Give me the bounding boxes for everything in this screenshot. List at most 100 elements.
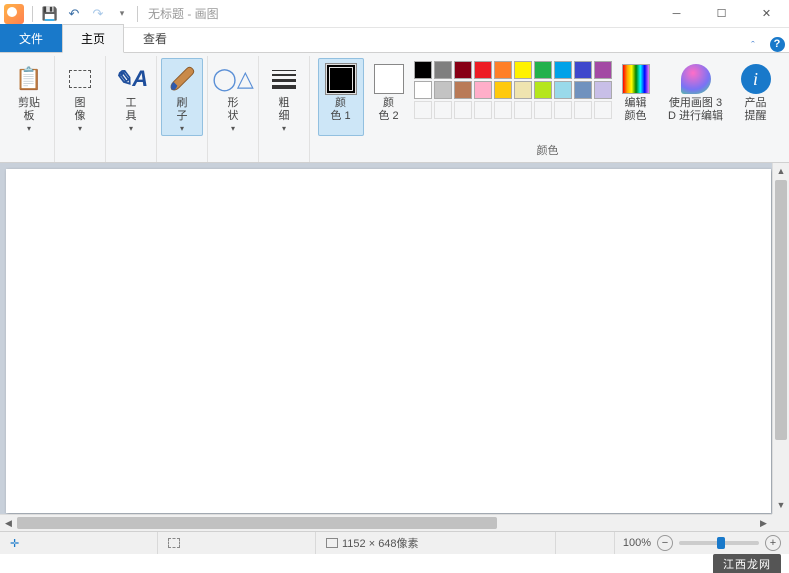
color1-button[interactable]: 颜 色 1 xyxy=(318,58,364,136)
zoom-out-button[interactable]: − xyxy=(657,535,673,551)
color-swatch[interactable] xyxy=(434,81,452,99)
color-swatch[interactable] xyxy=(414,101,432,119)
tools-button[interactable]: ✎A 工 具 ▾ xyxy=(110,58,152,136)
zoom-in-button[interactable]: + xyxy=(765,535,781,551)
scroll-thumb[interactable] xyxy=(775,180,787,440)
color-swatch[interactable] xyxy=(574,61,592,79)
color-swatch[interactable] xyxy=(494,81,512,99)
shapes-icon: ◯△ xyxy=(217,63,249,95)
qat-dropdown-icon[interactable]: ▾ xyxy=(111,3,133,25)
qat-divider-2 xyxy=(137,6,138,22)
edit-colors-button[interactable]: 编辑 颜色 xyxy=(614,58,658,136)
color-swatch[interactable] xyxy=(554,101,572,119)
color-swatch[interactable] xyxy=(514,101,532,119)
color-swatch[interactable] xyxy=(494,101,512,119)
app-icon xyxy=(4,4,24,24)
color-swatch[interactable] xyxy=(414,81,432,99)
color-swatch[interactable] xyxy=(574,101,592,119)
group-label-colors: 颜色 xyxy=(537,140,559,162)
group-colors: 颜 色 1 颜 色 2 编辑 颜色 使用画图 3 D 进行编辑 i 产品 xyxy=(310,56,785,162)
canvas[interactable] xyxy=(6,169,771,513)
color-swatch[interactable] xyxy=(454,81,472,99)
color-swatch[interactable] xyxy=(554,61,572,79)
tools-icon: ✎A xyxy=(115,63,147,95)
minimize-button[interactable]: ─ xyxy=(654,0,699,28)
color-swatch[interactable] xyxy=(474,101,492,119)
maximize-button[interactable]: ☐ xyxy=(699,0,744,28)
color-swatch[interactable] xyxy=(474,61,492,79)
rainbow-icon xyxy=(620,63,652,95)
qat-divider xyxy=(32,6,33,22)
zoom-level-text: 100% xyxy=(623,537,651,549)
color-swatch[interactable] xyxy=(534,101,552,119)
scroll-up-icon[interactable]: ▲ xyxy=(773,163,789,180)
status-zoom: 100% − + xyxy=(615,535,789,551)
work-area: ▲ ▼ ◀ ▶ xyxy=(0,163,789,531)
select-icon xyxy=(64,63,96,95)
brushes-button[interactable]: 刷 子 ▾ xyxy=(161,58,203,136)
color-swatch[interactable] xyxy=(594,61,612,79)
close-button[interactable]: ✕ xyxy=(744,0,789,28)
paint3d-button[interactable]: 使用画图 3 D 进行编辑 xyxy=(660,58,732,136)
color-swatch[interactable] xyxy=(514,61,532,79)
color2-button[interactable]: 颜 色 2 xyxy=(366,58,412,136)
palette-row xyxy=(414,61,612,79)
tab-file[interactable]: 文件 xyxy=(0,24,62,52)
status-selection-size xyxy=(158,532,316,554)
color-swatch[interactable] xyxy=(474,81,492,99)
color-swatch[interactable] xyxy=(594,101,612,119)
redo-icon[interactable]: ↷ xyxy=(87,3,109,25)
color-swatch[interactable] xyxy=(434,61,452,79)
status-file-size xyxy=(556,532,615,554)
group-tools: ✎A 工 具 ▾ xyxy=(106,56,157,162)
size-button[interactable]: 粗 细 ▾ xyxy=(263,58,305,136)
color-swatch[interactable] xyxy=(574,81,592,99)
group-image: 图 像 ▾ xyxy=(55,56,106,162)
status-bar: ✛ 1152 × 648像素 100% − + xyxy=(0,531,789,554)
status-canvas-size: 1152 × 648像素 xyxy=(316,532,556,554)
scroll-left-icon[interactable]: ◀ xyxy=(0,515,17,531)
image-button[interactable]: 图 像 ▾ xyxy=(59,58,101,136)
color-palette xyxy=(414,58,612,119)
group-shapes: ◯△ 形 状 ▾ xyxy=(208,56,259,162)
group-brushes: 刷 子 ▾ xyxy=(157,56,208,162)
scroll-thumb[interactable] xyxy=(17,517,497,529)
tab-home[interactable]: 主页 xyxy=(62,24,124,53)
clipboard-icon: 📋 xyxy=(13,63,45,95)
color-swatch[interactable] xyxy=(494,61,512,79)
color-swatch[interactable] xyxy=(534,81,552,99)
scroll-down-icon[interactable]: ▼ xyxy=(773,497,789,514)
dimensions-icon xyxy=(326,538,338,548)
color1-swatch xyxy=(325,63,357,95)
crosshair-icon: ✛ xyxy=(10,537,23,550)
color-swatch[interactable] xyxy=(414,61,432,79)
group-clipboard: 📋 剪贴 板 ▾ xyxy=(4,56,55,162)
color-swatch[interactable] xyxy=(434,101,452,119)
zoom-slider[interactable] xyxy=(679,541,759,545)
horizontal-scrollbar[interactable]: ◀ ▶ xyxy=(0,514,772,531)
paint3d-icon xyxy=(680,63,712,95)
palette-row xyxy=(414,101,612,119)
clipboard-button[interactable]: 📋 剪贴 板 ▾ xyxy=(8,58,50,136)
color-swatch[interactable] xyxy=(514,81,532,99)
color-swatch[interactable] xyxy=(554,81,572,99)
scroll-right-icon[interactable]: ▶ xyxy=(755,515,772,531)
zoom-slider-knob[interactable] xyxy=(717,537,725,549)
color-swatch[interactable] xyxy=(534,61,552,79)
color-swatch[interactable] xyxy=(594,81,612,99)
undo-icon[interactable]: ↶ xyxy=(63,3,85,25)
vertical-scrollbar[interactable]: ▲ ▼ xyxy=(772,163,789,514)
ribbon-tabs: 文件 主页 查看 ˆ ? xyxy=(0,28,789,53)
selection-icon xyxy=(168,538,180,548)
product-alerts-button[interactable]: i 产品 提醒 xyxy=(734,58,778,136)
tab-view[interactable]: 查看 xyxy=(124,24,186,52)
watermark: 江西龙网 xyxy=(713,554,781,573)
color-swatch[interactable] xyxy=(454,101,472,119)
shapes-button[interactable]: ◯△ 形 状 ▾ xyxy=(212,58,254,136)
collapse-ribbon-icon[interactable]: ˆ xyxy=(741,40,765,52)
color-swatch[interactable] xyxy=(454,61,472,79)
status-cursor-position: ✛ xyxy=(0,532,158,554)
help-icon[interactable]: ? xyxy=(765,34,789,52)
save-icon[interactable]: 💾 xyxy=(39,3,61,25)
window-title: 无标题 - 画图 xyxy=(148,5,219,22)
